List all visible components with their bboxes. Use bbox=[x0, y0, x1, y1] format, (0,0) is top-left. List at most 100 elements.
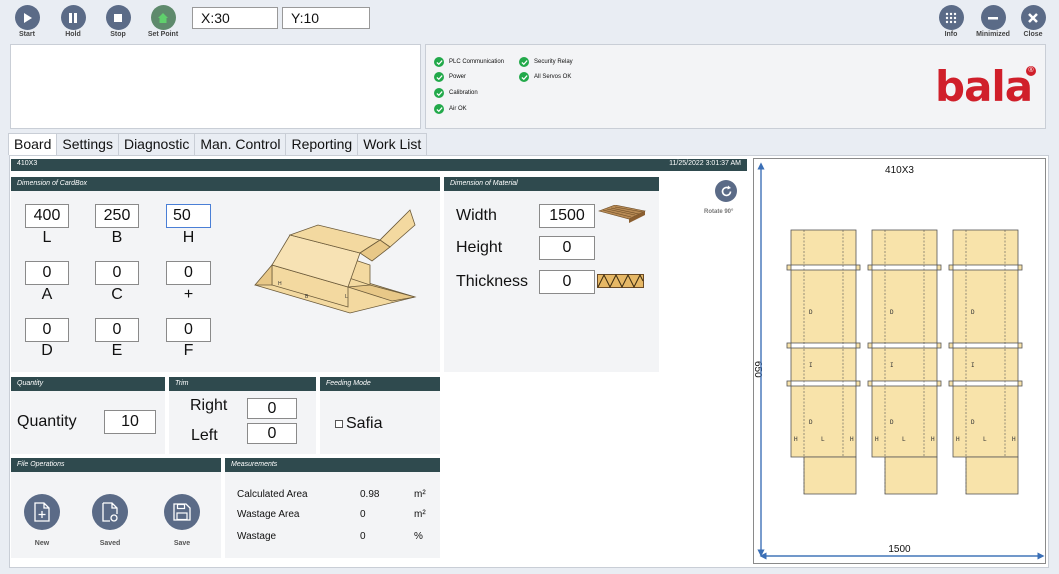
new-label: New bbox=[34, 540, 50, 547]
wastage-unit: % bbox=[414, 531, 423, 542]
minimized-label: Minimized bbox=[976, 31, 1010, 38]
bala-logo: bala bbox=[935, 62, 1033, 111]
blank-0-panel-d-top bbox=[790, 269, 857, 344]
blank-1-panel-d-bottom bbox=[871, 385, 938, 458]
start-button[interactable]: Start bbox=[7, 5, 47, 38]
a-input[interactable]: 0 bbox=[25, 261, 69, 285]
trim-right-input[interactable]: 0 bbox=[247, 398, 297, 419]
safia-label: Safia bbox=[346, 415, 383, 432]
blank-1-letter-d2: D bbox=[890, 419, 894, 426]
e-input[interactable]: 0 bbox=[95, 318, 139, 342]
trim-left-input[interactable]: 0 bbox=[247, 423, 297, 444]
left-label: Left bbox=[191, 427, 218, 444]
width-input[interactable]: 1500 bbox=[539, 204, 595, 228]
wastage-area-unit: m² bbox=[414, 509, 426, 520]
l-input[interactable]: 400 bbox=[25, 204, 69, 228]
board-title-bar: 410X3 11/25/2022 3:01:37 AM bbox=[11, 159, 747, 171]
saved-label: Saved bbox=[99, 540, 121, 547]
play-icon bbox=[14, 5, 40, 30]
safia-checkbox[interactable] bbox=[335, 420, 343, 428]
calculated-area-label: Calculated Area bbox=[237, 489, 308, 500]
blank-2-letter-d: D bbox=[971, 309, 975, 316]
width-label: Width bbox=[456, 207, 497, 224]
minimize-icon bbox=[980, 5, 1006, 30]
quantity-label: Quantity bbox=[17, 413, 77, 430]
d-input[interactable]: 0 bbox=[25, 318, 69, 342]
save-button[interactable] bbox=[164, 494, 200, 530]
file-operations-header: File Operations bbox=[11, 458, 221, 472]
plus-input[interactable]: 0 bbox=[166, 261, 211, 285]
save-label: Save bbox=[173, 540, 191, 547]
set-point-button[interactable]: Set Point bbox=[143, 5, 183, 38]
blank-2-panel-i bbox=[952, 347, 1019, 382]
e-label: E bbox=[111, 342, 123, 359]
saved-file-icon bbox=[102, 502, 118, 522]
status-security-label: Security Relay bbox=[534, 59, 573, 65]
a-label: A bbox=[41, 286, 53, 303]
hold-label: Hold bbox=[65, 31, 81, 38]
info-button[interactable]: Info bbox=[931, 5, 971, 38]
blank-0-panel-i bbox=[790, 347, 857, 382]
status-servos: All Servos OK bbox=[519, 72, 571, 82]
set-point-label: Set Point bbox=[147, 31, 179, 38]
quantity-input[interactable]: 10 bbox=[104, 410, 156, 434]
blank-2-tab bbox=[948, 264, 954, 271]
blank-1-letter-d: D bbox=[890, 309, 894, 316]
status-servos-label: All Servos OK bbox=[534, 74, 572, 80]
blank-2-letter-i: I bbox=[971, 362, 975, 369]
d-label: D bbox=[41, 342, 53, 359]
tab-man-control[interactable]: Man. Control bbox=[194, 133, 287, 155]
x-coordinate-display: X:30 bbox=[192, 7, 278, 29]
flute-profile-icon bbox=[597, 274, 644, 288]
blank-0-letter-h: H bbox=[794, 436, 798, 443]
close-label: Close bbox=[1023, 31, 1043, 38]
cardbox-header: Dimension of CardBox bbox=[11, 177, 440, 191]
wastage-value: 0 bbox=[360, 531, 366, 542]
saved-button[interactable] bbox=[92, 494, 128, 530]
thickness-input[interactable]: 0 bbox=[539, 270, 595, 294]
blank-2-panel-d-bottom bbox=[952, 385, 1019, 458]
check-icon bbox=[434, 57, 444, 67]
close-button[interactable]: Close bbox=[1013, 5, 1053, 38]
tab-board[interactable]: Board bbox=[8, 133, 58, 155]
calculated-area-unit: m² bbox=[414, 489, 426, 500]
height-input[interactable]: 0 bbox=[539, 236, 595, 260]
tab-diagnostic[interactable]: Diagnostic bbox=[117, 133, 196, 155]
box-h-letter: H bbox=[278, 281, 282, 287]
status-power-label: Power bbox=[449, 74, 467, 80]
hold-button[interactable]: Hold bbox=[53, 5, 93, 38]
minimize-button[interactable]: Minimized bbox=[973, 5, 1013, 38]
blank-1-tab bbox=[936, 380, 942, 387]
status-plc: PLC Communication bbox=[434, 57, 504, 67]
tab-reporting[interactable]: Reporting bbox=[285, 133, 359, 155]
blank-0-top-flap bbox=[790, 229, 857, 266]
status-calibration: Calibration bbox=[434, 88, 478, 98]
blank-0-letter-d2: D bbox=[809, 419, 813, 426]
right-label: Right bbox=[190, 397, 228, 414]
tab-work-list[interactable]: Work List bbox=[357, 133, 428, 155]
status-plc-label: PLC Communication bbox=[449, 59, 505, 65]
check-icon bbox=[434, 88, 444, 98]
blank-1-tab bbox=[936, 264, 942, 271]
blank-0-tab bbox=[855, 264, 861, 271]
status-security: Security Relay bbox=[519, 57, 573, 67]
wastage-area-value: 0 bbox=[360, 509, 366, 520]
blank-2-letter-d2: D bbox=[971, 419, 975, 426]
registered-mark: ® bbox=[1026, 66, 1036, 76]
f-input[interactable]: 0 bbox=[166, 318, 211, 342]
blank-1-tab bbox=[867, 380, 873, 387]
blank-0-panel-d-bottom bbox=[790, 385, 857, 458]
check-icon bbox=[434, 72, 444, 82]
c-input[interactable]: 0 bbox=[95, 261, 139, 285]
tab-settings[interactable]: Settings bbox=[56, 133, 119, 155]
new-button[interactable] bbox=[24, 494, 60, 530]
b-input[interactable]: 250 bbox=[95, 204, 139, 228]
box-l-letter: L bbox=[345, 294, 348, 300]
rotate-90-label: Rotate 90° bbox=[704, 209, 734, 215]
blank-0-tab bbox=[855, 342, 861, 349]
rotate-90-button[interactable] bbox=[715, 180, 737, 202]
stop-button[interactable]: Stop bbox=[98, 5, 138, 38]
plus-label: + bbox=[183, 286, 194, 303]
h-input[interactable]: 50 bbox=[166, 204, 211, 228]
blank-2-panel-d-top bbox=[952, 269, 1019, 344]
